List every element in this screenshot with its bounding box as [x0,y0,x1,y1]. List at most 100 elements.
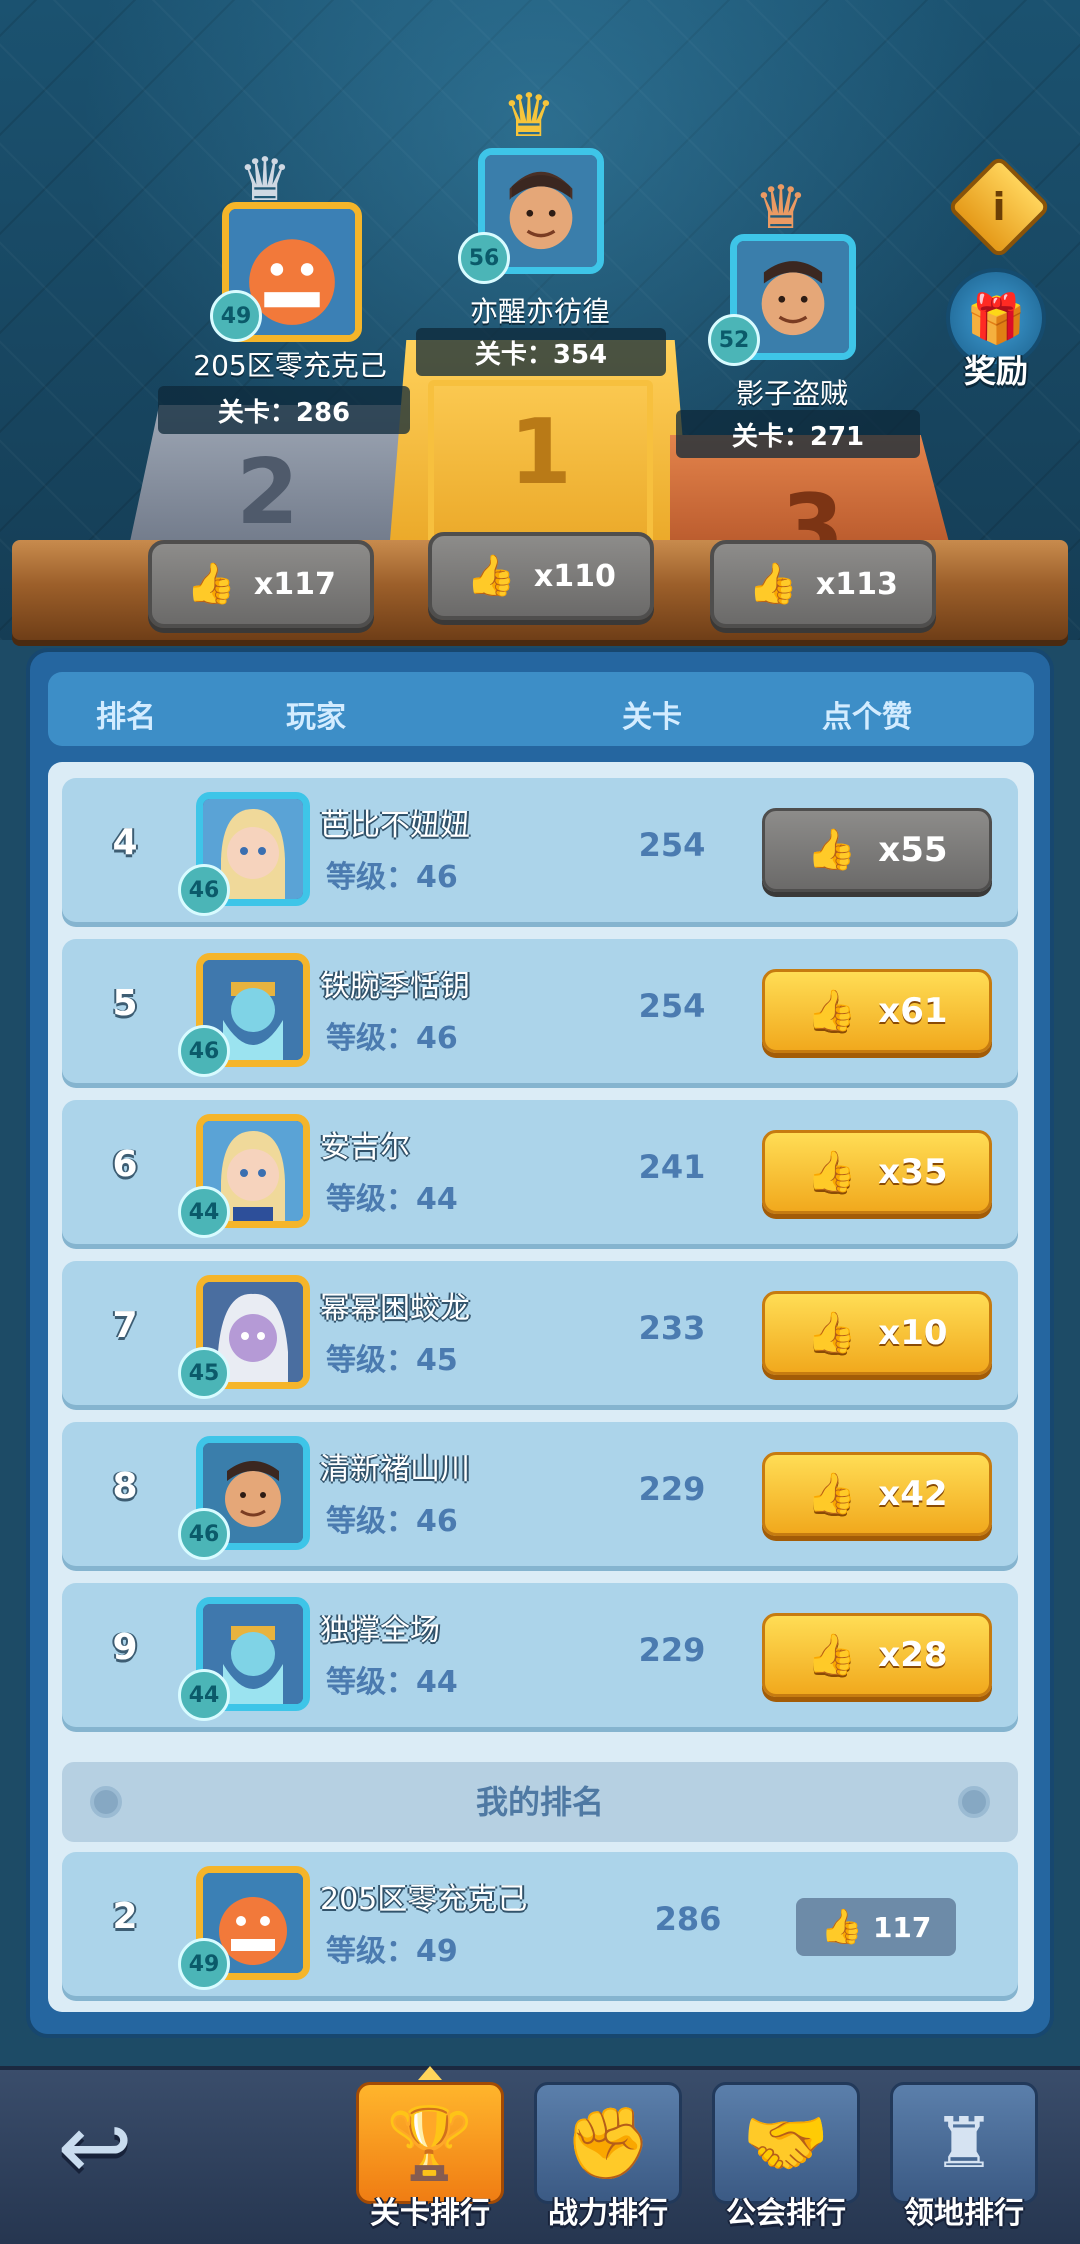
player-grade: 等级：46 [326,1021,458,1056]
row-rank: 7 [112,1305,138,1346]
like-count: x55 [878,830,948,870]
player-stage: 229 [638,1631,706,1669]
tab-power-ranking[interactable]: ✊ 战力排行 [534,2082,682,2232]
table-header: 排名 玩家 关卡 点个赞 [48,672,1034,746]
like-button[interactable]: 👍 x28 [762,1613,992,1697]
tab-label: 公会排行 [726,2196,846,2231]
like-count: x42 [878,1474,948,1514]
podium-name-3: 影子盗贼 [735,377,849,410]
podium-like-count: x113 [815,566,898,602]
gold-crown-icon: ♛ [502,81,556,151]
table-row[interactable]: 8 46 清新褚山川 等级：46 229 👍 x42 [62,1422,1018,1566]
level-badge: 56 [458,232,510,284]
level-badge: 52 [708,314,760,366]
tab-guild-ranking[interactable]: 🤝 公会排行 [712,2082,860,2232]
player-stage: 241 [638,1148,706,1186]
podium-stage-1: 关卡：354 [416,328,666,376]
thumbs-up-icon: 👍 [748,561,798,607]
player-name: 幂幂困蛟龙 [320,1291,470,1326]
player-name: 205区零充克己 [320,1882,528,1917]
player-stage: 233 [638,1309,706,1347]
player-name: 铁腕季恬钥 [320,969,470,1004]
decor-dot [958,1786,990,1818]
thumbs-up-icon: 👍 [466,553,516,599]
player-grade: 等级：46 [326,1504,458,1539]
player-name: 芭比不妞妞 [320,808,470,843]
table-row[interactable]: 4 46 芭比不妞妞 等级：46 254 👍 x55 [62,778,1018,922]
my-rank-row[interactable]: 2 49 205区零充克己 等级：49 286 👍 117 [62,1852,1018,1996]
tab-label: 关卡排行 [370,2196,490,2231]
castle-tower-icon: ♜ [932,2102,996,2184]
my-rank-title: 我的排名 [475,1783,604,1821]
like-count: x28 [878,1635,948,1675]
my-rank-header: 我的排名 [62,1762,1018,1842]
trophy-icon: 🏆 [386,2102,474,2184]
player-grade: 等级：49 [326,1934,458,1969]
player-stage: 254 [638,826,706,864]
like-button[interactable]: 👍 x42 [762,1452,992,1536]
back-arrow-icon[interactable]: ↩ [40,2098,150,2198]
level-badge: 49 [178,1938,230,1990]
podium-like-count: x117 [253,566,336,602]
player-stage: 254 [638,987,706,1025]
player-name: 安吉尔 [320,1130,410,1165]
tab-label: 领地排行 [904,2196,1024,2231]
header-rank: 排名 [96,700,156,735]
player-grade: 等级：46 [326,860,458,895]
info-icon: i [992,185,1006,229]
active-tab-indicator [418,2066,442,2080]
row-rank: 4 [112,822,138,863]
tab-territory-ranking[interactable]: ♜ 领地排行 [890,2082,1038,2232]
level-badge: 46 [178,1025,230,1077]
my-like-count-box: 👍 117 [796,1898,956,1956]
table-row[interactable]: 5 46 铁腕季恬钥 等级：46 254 👍 x61 [62,939,1018,1083]
podium-stage-2: 关卡：286 [158,386,410,434]
podium-like-button-1[interactable]: 👍 x110 [428,532,654,620]
bronze-crown-icon: ♛ [754,173,808,243]
table-row[interactable]: 6 44 安吉尔 等级：44 241 👍 x35 [62,1100,1018,1244]
level-badge: 46 [178,864,230,916]
header-like: 点个赞 [822,700,912,735]
podium-like-button-2[interactable]: 👍 x117 [148,540,374,628]
thumbs-up-icon: 👍 [806,988,857,1034]
podium-number-2: 2 [236,440,299,545]
header-player: 玩家 [286,700,346,735]
like-button[interactable]: 👍 x35 [762,1130,992,1214]
reward-label: 奖励 [963,352,1028,390]
podium-name-1: 亦醒亦彷徨 [469,295,611,328]
player-name: 清新褚山川 [320,1452,470,1487]
player-grade: 等级：44 [326,1665,458,1700]
decor-dot [90,1786,122,1818]
table-row[interactable]: 7 45 幂幂困蛟龙 等级：45 233 👍 x10 [62,1261,1018,1405]
tab-label: 战力排行 [548,2196,668,2231]
like-button[interactable]: 👍 x10 [762,1291,992,1375]
level-badge: 49 [210,290,262,342]
like-button[interactable]: 👍 x55 [762,808,992,892]
player-grade: 等级：45 [326,1343,458,1378]
thumbs-up-icon: 👍 [806,827,857,873]
tab-stage-ranking[interactable]: 🏆 关卡排行 [356,2066,504,2232]
handshake-trophy-icon: 🤝 [742,2102,830,2184]
thumbs-up-icon: 👍 [806,1632,857,1678]
level-badge: 44 [178,1186,230,1238]
like-button[interactable]: 👍 x61 [762,969,992,1053]
table-row[interactable]: 9 44 独撑全场 等级：44 229 👍 x28 [62,1583,1018,1727]
player-stage: 286 [654,1900,722,1938]
level-badge: 45 [178,1347,230,1399]
like-count: x61 [878,991,948,1031]
level-badge: 46 [178,1508,230,1560]
like-count: 117 [872,1910,932,1944]
podium-like-count: x110 [533,558,616,594]
player-grade: 等级：44 [326,1182,458,1217]
row-rank: 8 [112,1466,138,1507]
reward-button[interactable]: 🎁 奖励 [940,268,1052,390]
thumbs-up-icon: 👍 [820,1907,863,1947]
level-badge: 44 [178,1669,230,1721]
row-rank: 5 [112,983,138,1024]
thumbs-up-icon: 👍 [806,1310,857,1356]
silver-crown-icon: ♛ [238,145,292,215]
player-stage: 229 [638,1470,706,1508]
podium-like-button-3[interactable]: 👍 x113 [710,540,936,628]
header-stage: 关卡 [622,700,682,735]
podium-stage-3: 关卡：271 [676,410,920,458]
